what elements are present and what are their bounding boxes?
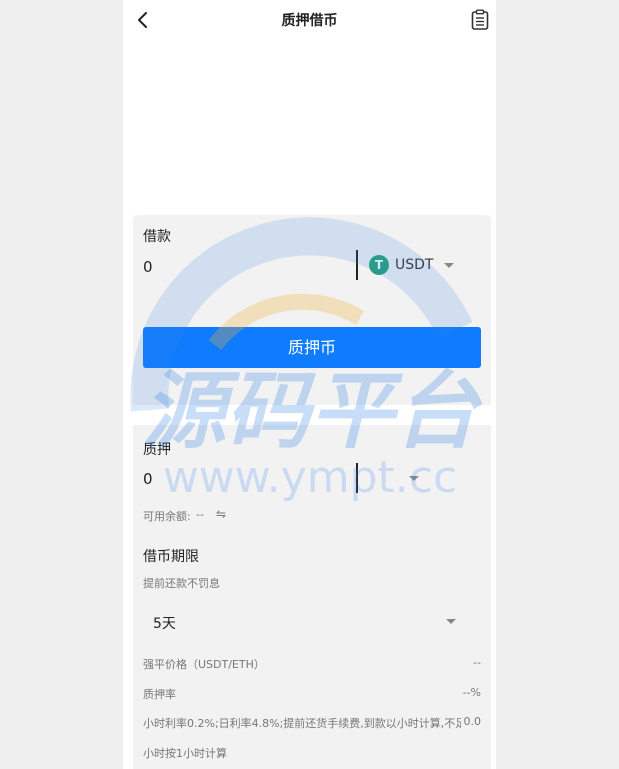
collateral-card: 质押 0 可用余额: -- ⇋ 借币期限 提前还款不罚息 5天 强平价格（USD… [133,425,491,769]
term-hint: 提前还款不罚息 [143,577,220,590]
pledge-ratio-label: 质押率 [143,688,176,701]
term-select[interactable]: 5天 [143,607,461,637]
interest-rate-text: 小时利率0.2%;日利率4.8%;提前还货手续费,到款以小时计算,不足1 [143,717,461,730]
usdt-coin-icon: T [369,255,389,275]
liquidation-price-value: -- [473,656,481,669]
input-divider [356,463,358,493]
collateral-amount-input[interactable]: 0 [143,470,153,488]
term-label: 借币期限 [143,549,199,565]
pledge-coin-button[interactable]: 质押币 [143,327,481,368]
document-list-icon[interactable] [470,9,490,31]
pledge-ratio-value: --% [462,686,481,699]
collateral-label: 质押 [143,442,171,458]
term-value: 5天 [153,616,176,632]
borrow-amount-input[interactable]: 0 [143,258,153,276]
phone-screen: 质押借币 借款 0 T USDT 质押币 质押 0 可用余额: -- ⇋ 借币期… [123,0,496,769]
page-title: 质押借币 [281,13,338,29]
nav-bar: 质押借币 [123,0,496,40]
input-divider [356,250,358,280]
interest-rate-text-cont: 小时按1小时计算 [143,747,227,760]
available-balance-label: 可用余额: [143,510,191,523]
caret-down-icon [446,619,456,624]
liquidation-price-label: 强平价格（USDT/ETH） [143,658,265,671]
available-balance-value: -- [196,508,204,521]
interest-rate-value: 0.0 [460,715,481,728]
caret-down-icon[interactable] [409,476,419,481]
caret-down-icon[interactable] [444,263,454,268]
borrow-card: 借款 0 T USDT 质押币 [133,215,491,405]
borrow-label: 借款 [143,229,171,245]
borrow-coin-select[interactable]: USDT [395,257,433,273]
swap-icon[interactable]: ⇋ [216,507,226,521]
